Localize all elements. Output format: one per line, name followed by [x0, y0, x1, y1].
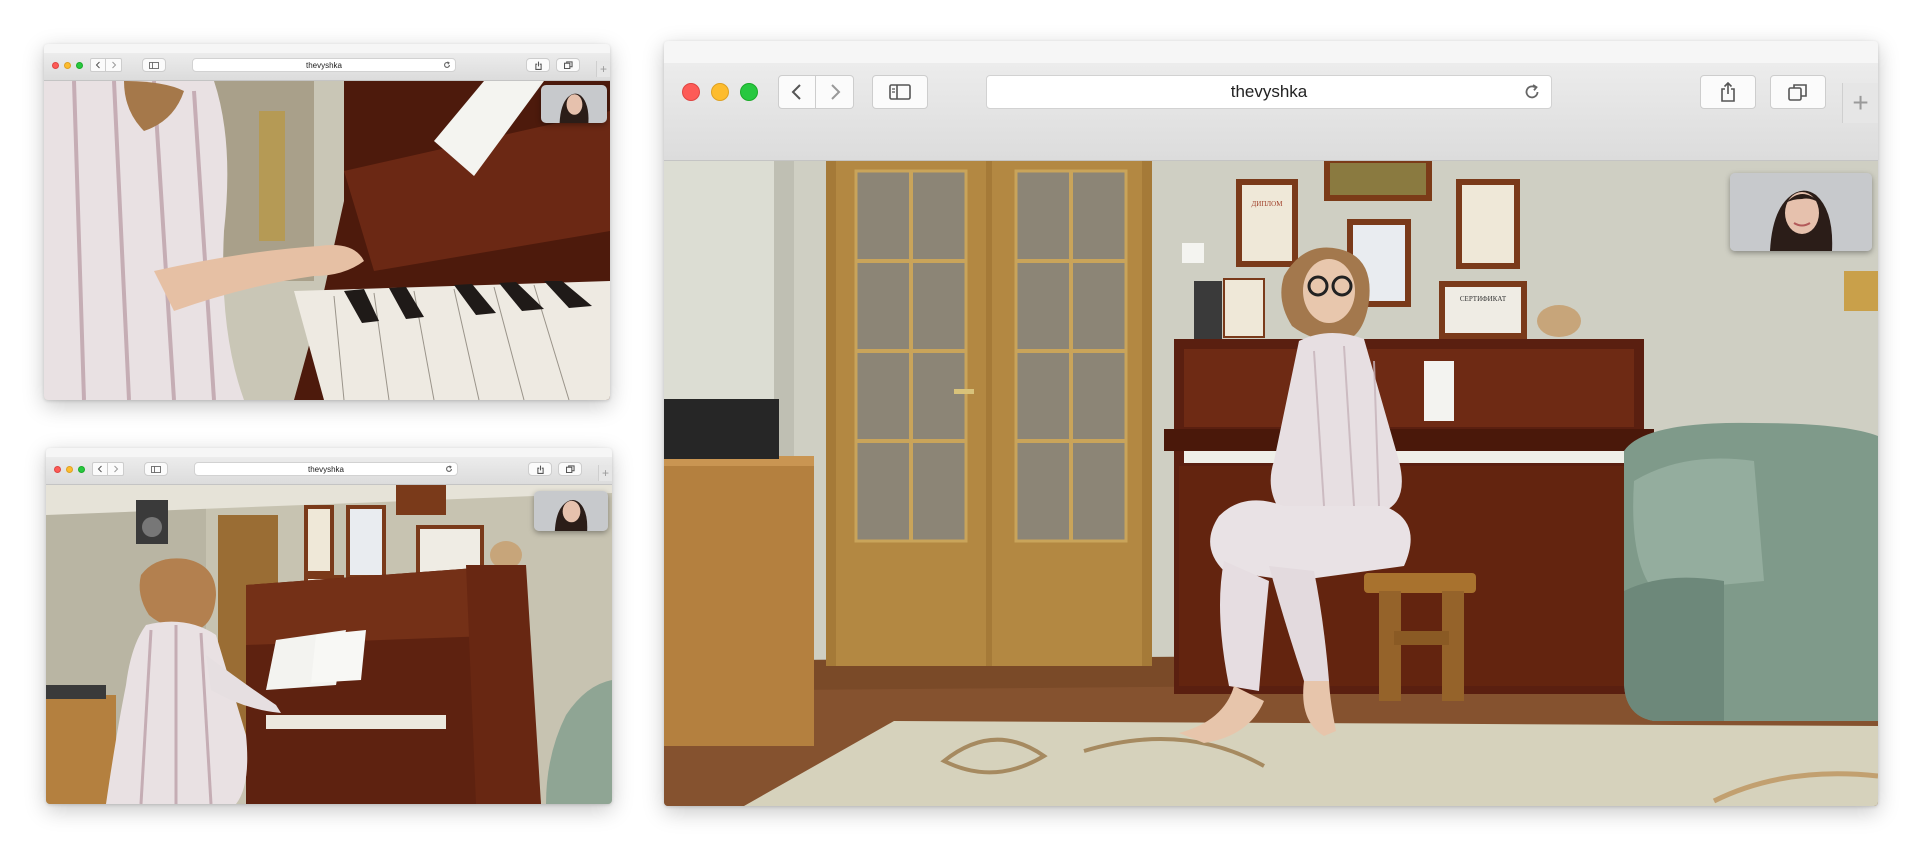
address-text: thevyshka — [307, 464, 345, 474]
reload-button[interactable] — [445, 465, 453, 473]
minimize-button[interactable] — [711, 83, 729, 101]
self-view-thumbnail[interactable] — [541, 85, 607, 123]
tab-strip — [44, 44, 610, 53]
zoom-button[interactable] — [78, 466, 85, 473]
plus-icon: + — [599, 62, 607, 76]
reload-icon — [444, 61, 450, 68]
room-scene-illustration: ДИПЛОМ СЕРТИФИКАТ — [664, 161, 1878, 806]
zoom-button[interactable] — [76, 62, 83, 69]
address-bar[interactable]: thevyshka — [194, 462, 458, 476]
sidebar-button[interactable] — [142, 58, 166, 72]
back-button[interactable] — [92, 462, 108, 476]
video-frame: ДИПЛОМ СЕРТИФИКАТ — [664, 161, 1878, 806]
share-button[interactable] — [528, 462, 552, 476]
toolbar: thevyshka + — [664, 63, 1878, 161]
reload-button[interactable] — [443, 61, 451, 69]
share-button[interactable] — [526, 58, 550, 72]
tabs-icon — [565, 465, 575, 473]
new-tab-button[interactable]: + — [598, 465, 612, 481]
forward-button[interactable] — [816, 75, 854, 109]
chevron-right-icon — [830, 84, 840, 100]
certificate-label: СЕРТИФИКАТ — [1460, 295, 1507, 303]
piano-room-illustration — [46, 485, 612, 804]
share-icon — [534, 61, 542, 70]
plus-icon: + — [601, 466, 609, 480]
reload-icon — [1525, 84, 1539, 99]
share-icon — [1721, 82, 1735, 102]
toolbar: thevyshka + — [46, 457, 612, 485]
close-button[interactable] — [54, 466, 61, 473]
browser-window-top-left: thevyshka + — [44, 44, 610, 400]
chevron-left-icon — [95, 61, 100, 69]
tabs-overview-button[interactable] — [558, 462, 582, 476]
plus-icon: + — [1852, 87, 1869, 118]
browser-window-main: thevyshka + ДИПЛОМ СЕРТИФИКАТ — [664, 41, 1878, 806]
tab-strip — [664, 41, 1878, 63]
sidebar-icon — [151, 465, 161, 473]
tabs-overview-button[interactable] — [556, 58, 580, 72]
zoom-button[interactable] — [740, 83, 758, 101]
tabs-icon — [1788, 84, 1807, 101]
sidebar-button[interactable] — [144, 462, 168, 476]
new-tab-button[interactable]: + — [596, 61, 610, 77]
share-button[interactable] — [1700, 75, 1756, 109]
chevron-right-icon — [111, 61, 116, 69]
sidebar-icon — [149, 61, 159, 69]
address-bar[interactable]: thevyshka — [986, 75, 1552, 109]
sidebar-button[interactable] — [872, 75, 928, 109]
address-text: thevyshka — [305, 60, 343, 70]
forward-button[interactable] — [106, 58, 122, 72]
self-view-illustration — [1730, 173, 1872, 251]
back-button[interactable] — [778, 75, 816, 109]
self-view-illustration — [541, 85, 607, 123]
reload-button[interactable] — [1523, 83, 1541, 101]
self-view-thumbnail[interactable] — [1730, 173, 1872, 251]
close-button[interactable] — [52, 62, 59, 69]
minimize-button[interactable] — [64, 62, 71, 69]
toolbar: thevyshka + — [44, 53, 610, 81]
piano-hands-illustration — [44, 81, 610, 400]
share-icon — [536, 465, 544, 474]
tab-strip — [46, 448, 612, 457]
reload-icon — [446, 465, 452, 472]
address-bar[interactable]: thevyshka — [192, 58, 456, 72]
video-frame — [46, 485, 612, 804]
tabs-overview-button[interactable] — [1770, 75, 1826, 109]
chevron-left-icon — [791, 84, 801, 100]
new-tab-button[interactable]: + — [1842, 83, 1878, 123]
self-view-illustration — [534, 491, 608, 531]
diploma-label: ДИПЛОМ — [1252, 200, 1284, 208]
sidebar-icon — [889, 84, 911, 100]
forward-button[interactable] — [108, 462, 124, 476]
video-frame — [44, 81, 610, 400]
close-button[interactable] — [682, 83, 700, 101]
browser-window-bottom-left: thevyshka + — [46, 448, 612, 804]
chevron-left-icon — [97, 465, 102, 473]
self-view-thumbnail[interactable] — [534, 491, 608, 531]
tabs-icon — [563, 61, 573, 69]
chevron-right-icon — [113, 465, 118, 473]
minimize-button[interactable] — [66, 466, 73, 473]
back-button[interactable] — [90, 58, 106, 72]
address-text: thevyshka — [1230, 82, 1308, 101]
